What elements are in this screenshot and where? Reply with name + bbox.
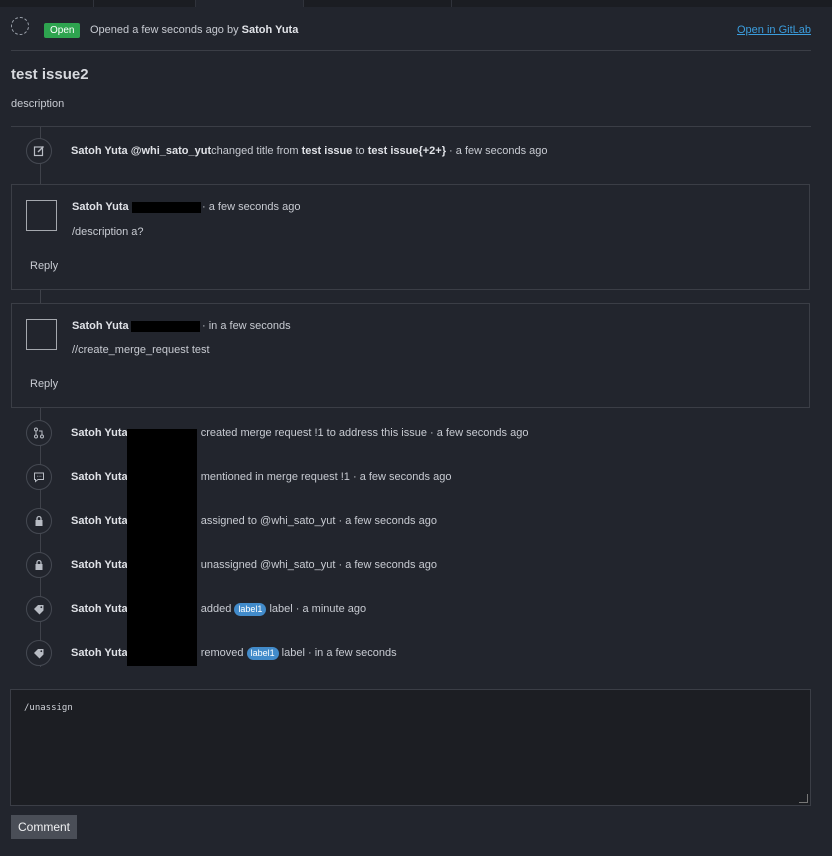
comment-body: //create_merge_request test: [72, 344, 210, 356]
editor-tab[interactable]: [0, 0, 94, 7]
issue-description: description: [11, 98, 65, 110]
reply-button[interactable]: Reply: [30, 260, 58, 272]
redacted-block: [132, 202, 201, 213]
event-text: Satoh Yuta assigned to @whi_sato_yut · a…: [71, 515, 437, 527]
editor-tab-active[interactable]: [196, 0, 304, 7]
comment-body: /description a?: [72, 226, 144, 238]
comment-time: · a few seconds ago: [202, 201, 301, 213]
timeline-line: [40, 289, 41, 303]
user-icon: [26, 508, 52, 534]
event-time: · in a few seconds: [307, 647, 397, 659]
timeline-event-title-change: Satoh Yuta @whi_sato_yutchanged title fr…: [26, 138, 806, 166]
edit-icon: [26, 138, 52, 164]
event-action: created merge request !1 to address this…: [200, 427, 427, 439]
comment-time: · in a few seconds: [202, 320, 291, 332]
description-divider: [11, 126, 811, 127]
redacted-block: [127, 429, 197, 666]
redacted-block: [131, 321, 200, 332]
event-author: Satoh Yuta: [71, 427, 128, 439]
issue-header: Open Opened a few seconds ago by Satoh Y…: [11, 15, 811, 45]
label-suffix: label: [269, 603, 293, 615]
comment-card: Satoh Yuta · a few seconds ago /descript…: [11, 184, 810, 290]
event-author: Satoh Yuta: [71, 559, 128, 571]
event-text: Satoh Yuta added label1 label · a minute…: [71, 603, 366, 616]
label-badge[interactable]: label1: [234, 603, 267, 616]
event-text: Satoh Yuta unassigned @whi_sato_yut · a …: [71, 559, 437, 571]
status-badge: Open: [44, 23, 81, 38]
issue-title: test issue2: [11, 66, 89, 83]
comment-textarea[interactable]: /unassign: [10, 689, 811, 806]
comment-author: Satoh Yuta: [72, 201, 129, 213]
comment-button[interactable]: Comment: [11, 815, 77, 839]
issue-status-icon: [11, 17, 29, 35]
comment-icon: [26, 464, 52, 490]
comment-card: Satoh Yuta · in a few seconds //create_m…: [11, 303, 810, 408]
avatar: [26, 319, 57, 350]
tag-icon: [26, 640, 52, 666]
event-author: Satoh Yuta: [71, 515, 128, 527]
event-action: mentioned in merge request !1: [200, 471, 350, 483]
event-time: · a few seconds ago: [338, 559, 437, 571]
event-time: · a few seconds ago: [430, 427, 529, 439]
user-icon: [26, 552, 52, 578]
merge-request-icon: [26, 420, 52, 446]
tag-icon: [26, 596, 52, 622]
event-time: · a minute ago: [295, 603, 367, 615]
header-divider: [11, 50, 811, 51]
event-text: Satoh Yuta @whi_sato_yutchanged title fr…: [71, 145, 548, 157]
event-time: · a few seconds ago: [449, 145, 548, 157]
new-title: test issue{+2+}: [367, 145, 446, 157]
reply-button[interactable]: Reply: [30, 378, 58, 390]
label-suffix: label: [281, 647, 305, 659]
label-badge[interactable]: label1: [246, 647, 279, 660]
editor-tab-strip: [0, 0, 832, 7]
comment-author: Satoh Yuta: [72, 320, 129, 332]
event-text: Satoh Yuta removed label1 label · in a f…: [71, 647, 397, 660]
event-to: to: [355, 145, 365, 157]
resize-grip-icon[interactable]: [799, 794, 808, 803]
event-action: assigned to @whi_sato_yut: [200, 515, 336, 527]
editor-tab[interactable]: [94, 0, 196, 7]
event-time: · a few seconds ago: [338, 515, 437, 527]
event-action: removed: [200, 647, 244, 659]
event-action: added: [200, 603, 232, 615]
issue-author: Satoh Yuta: [241, 24, 299, 36]
event-author: Satoh Yuta: [71, 471, 128, 483]
event-time: · a few seconds ago: [352, 471, 452, 483]
open-in-gitlab-link[interactable]: Open in GitLab: [737, 24, 811, 36]
event-action: changed title from: [211, 145, 299, 157]
editor-tab[interactable]: [304, 0, 452, 7]
comment-textarea-value: /unassign: [24, 703, 73, 713]
event-action: unassigned @whi_sato_yut: [200, 559, 336, 571]
event-author: Satoh Yuta: [71, 603, 128, 615]
opened-prefix: Opened a few seconds ago by: [90, 24, 239, 36]
event-author: Satoh Yuta: [71, 145, 128, 157]
old-title: test issue: [301, 145, 353, 157]
avatar: [26, 200, 57, 231]
opened-by-text: Opened a few seconds ago by Satoh Yuta: [90, 24, 298, 36]
event-author-handle: @whi_sato_yut: [130, 145, 212, 157]
event-author: Satoh Yuta: [71, 647, 128, 659]
